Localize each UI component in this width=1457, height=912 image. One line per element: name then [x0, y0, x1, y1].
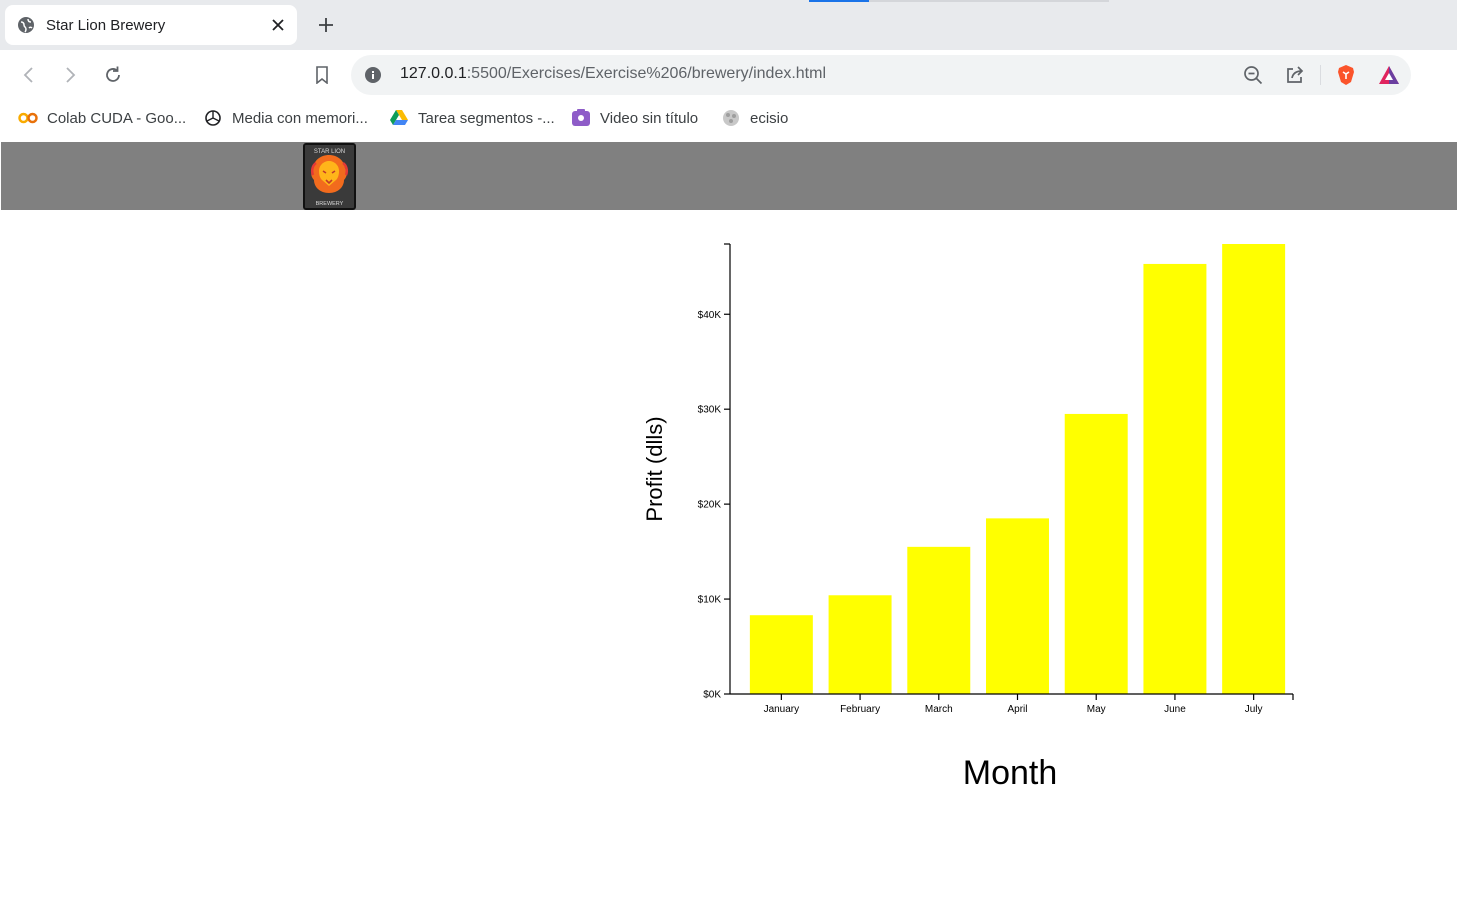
bookmark-item-video[interactable]: Video sin título — [571, 108, 698, 128]
back-button[interactable] — [17, 63, 41, 87]
browser-toolbar: 127.0.0.1:5500/Exercises/Exercise%206/br… — [0, 50, 1457, 100]
bookmark-icon[interactable] — [310, 63, 334, 87]
forward-button[interactable] — [58, 63, 82, 87]
tab-strip-indicator — [809, 0, 869, 2]
x-tick-label: March — [925, 704, 953, 715]
y-axis-title: Profit (dlls) — [642, 416, 667, 521]
bookmarks-bar: Colab CUDA - Goo... Media con memori... … — [0, 100, 1457, 136]
profit-bar-chart: $0K $10K $20K $30K $40K January February March… — [642, 243, 1294, 792]
bookmark-item-media[interactable]: Media con memori... — [203, 108, 368, 128]
globe-icon — [721, 108, 741, 128]
globe-icon — [17, 16, 35, 34]
navbar: STAR LION BREWERY — [1, 142, 1457, 210]
zoom-out-icon[interactable] — [1242, 64, 1264, 86]
y-tick-label: $10K — [698, 595, 722, 606]
bookmark-label: Video sin título — [600, 109, 699, 127]
x-tick-label: February — [840, 704, 880, 715]
logo-text-top: STAR LION — [314, 149, 345, 155]
bookmark-label: Media con memori... — [232, 109, 368, 127]
bar-april — [986, 518, 1049, 694]
site-info-icon[interactable] — [364, 66, 382, 84]
page-viewport: STAR LION BREWERY $0K $10K $20K $30K $40K Ja… — [0, 136, 1457, 912]
y-tick-label: $30K — [698, 405, 722, 416]
bookmark-item-colab[interactable]: Colab CUDA - Goo... — [18, 108, 186, 128]
tab-strip: Star Lion Brewery — [0, 0, 1457, 50]
share-icon[interactable] — [1284, 64, 1306, 86]
y-tick-label: $40K — [698, 310, 722, 321]
bar-june — [1143, 263, 1207, 694]
y-tick-label: $0K — [703, 690, 721, 701]
bar-march — [907, 546, 971, 694]
y-tick-label: $20K — [698, 500, 722, 511]
url-text[interactable]: 127.0.0.1:5500/Exercises/Exercise%206/br… — [400, 65, 826, 83]
browser-tab[interactable]: Star Lion Brewery — [5, 5, 297, 45]
url-host: 127.0.0.1 — [400, 65, 467, 82]
url-path: :5500/Exercises/Exercise%206/brewery/ind… — [466, 65, 827, 82]
tab-title: Star Lion Brewery — [46, 16, 166, 34]
new-tab-button[interactable] — [314, 13, 338, 37]
colab-icon — [18, 108, 38, 128]
bar-may — [1064, 413, 1128, 694]
close-icon[interactable] — [269, 16, 287, 34]
y-axis: $0K $10K $20K $30K $40K — [698, 243, 731, 701]
bookmark-label: Colab CUDA - Goo... — [47, 109, 187, 127]
bookmark-label: ecisio — [750, 109, 789, 127]
toolbar-divider — [1320, 65, 1321, 85]
openai-icon — [203, 108, 223, 128]
bookmark-label: Tarea segmentos -... — [418, 109, 555, 127]
bookmark-item-tarea[interactable]: Tarea segmentos -... — [389, 108, 555, 128]
tab-strip-divider — [869, 0, 1109, 2]
address-bar[interactable]: 127.0.0.1:5500/Exercises/Exercise%206/br… — [351, 55, 1411, 95]
lion-logo-icon: STAR LION BREWERY — [305, 145, 354, 208]
x-tick-label: June — [1164, 704, 1186, 715]
brewery-logo[interactable]: STAR LION BREWERY — [303, 143, 356, 210]
reload-button[interactable] — [101, 63, 125, 87]
bar-july — [1222, 244, 1286, 694]
google-drive-icon — [389, 108, 409, 128]
bookmark-item-ecisio[interactable]: ecisio — [721, 108, 788, 128]
bars-group — [749, 244, 1286, 694]
x-tick-label: May — [1087, 704, 1106, 715]
video-icon — [571, 108, 591, 128]
brave-shield-icon[interactable] — [1335, 64, 1357, 86]
x-tick-label: January — [764, 704, 800, 715]
logo-text-bottom: BREWERY — [316, 201, 344, 207]
brave-rewards-icon[interactable] — [1378, 64, 1400, 86]
bar-february — [828, 595, 892, 694]
bar-january — [749, 615, 813, 694]
x-axis: January February March April May June July — [730, 693, 1294, 715]
x-tick-label: April — [1007, 704, 1027, 715]
x-axis-title: Month — [963, 754, 1058, 792]
x-tick-label: July — [1245, 704, 1263, 715]
